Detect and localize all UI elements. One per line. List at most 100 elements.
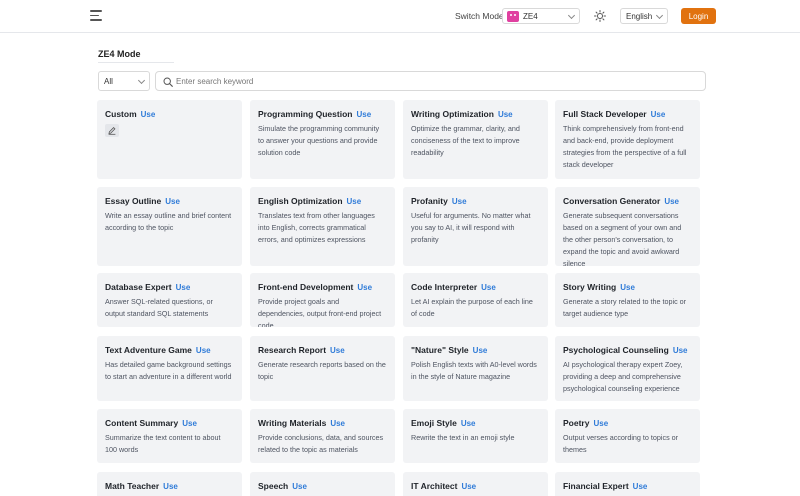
prompt-card[interactable]: Content Summary Use Summarize the text con…: [97, 409, 242, 463]
card-use-link[interactable]: Use: [452, 197, 467, 206]
card-use-link[interactable]: Use: [356, 110, 371, 119]
card-title: "Nature" Style: [411, 345, 469, 355]
category-select-value: All: [104, 77, 113, 86]
chevron-down-icon: [655, 11, 664, 20]
card-description: Write an essay outline and brief content…: [105, 211, 232, 232]
card-header: Custom Use: [105, 109, 155, 119]
card-use-link[interactable]: Use: [330, 346, 345, 355]
card-use-link[interactable]: Use: [593, 419, 608, 428]
card-title: Text Adventure Game: [105, 345, 192, 355]
card-description: Generate a story related to the topic or…: [563, 297, 687, 318]
top-bar: Switch Mode ZE4 English Login: [0, 0, 800, 33]
card-use-link[interactable]: Use: [498, 110, 513, 119]
prompt-card[interactable]: Code Interpreter Use Let AI explain the pu…: [403, 273, 548, 327]
card-title: IT Architect: [411, 481, 458, 491]
card-use-link[interactable]: Use: [347, 197, 362, 206]
card-title: Conversation Generator: [563, 196, 661, 206]
card-title: Story Writing: [563, 282, 617, 292]
chevron-down-icon: [137, 76, 146, 85]
card-header: Writing Optimization Use: [411, 109, 513, 119]
prompt-card[interactable]: Text Adventure Game Use Has detailed game …: [97, 336, 242, 401]
card-use-link[interactable]: Use: [357, 283, 372, 292]
prompt-card[interactable]: Story Writing Use Generate a story related…: [555, 273, 700, 327]
search-icon: [163, 77, 173, 87]
card-use-link[interactable]: Use: [461, 482, 476, 491]
card-use-link[interactable]: Use: [620, 283, 635, 292]
prompt-card[interactable]: Programming Question Use Simulate the prog…: [250, 100, 395, 179]
card-use-link[interactable]: Use: [182, 419, 197, 428]
language-select-value: English: [626, 12, 653, 21]
card-use-link[interactable]: Use: [196, 346, 211, 355]
card-title: Poetry: [563, 418, 590, 428]
prompt-card[interactable]: Financial Expert Use: [555, 472, 700, 496]
card-use-link[interactable]: Use: [664, 197, 679, 206]
card-description: Rewrite the text in an emoji style: [411, 433, 515, 442]
prompt-card[interactable]: Full Stack Developer Use Think comprehensi…: [555, 100, 700, 179]
card-use-link[interactable]: Use: [673, 346, 688, 355]
card-header: Front-end Development Use: [258, 282, 372, 292]
language-select[interactable]: English: [620, 8, 668, 24]
prompt-card[interactable]: Emoji Style Use Rewrite the text in an emo…: [403, 409, 548, 463]
card-title: Math Teacher: [105, 481, 160, 491]
card-description: Generate subsequent conversations based …: [563, 211, 682, 266]
prompt-card[interactable]: Math Teacher Use: [97, 472, 242, 496]
card-title: Psychological Counseling: [563, 345, 669, 355]
category-select[interactable]: All: [98, 71, 150, 91]
search-input[interactable]: [176, 74, 696, 89]
prompt-card[interactable]: Custom Use: [97, 100, 242, 179]
card-use-link[interactable]: Use: [176, 283, 191, 292]
card-header: "Nature" Style Use: [411, 345, 487, 355]
card-use-link[interactable]: Use: [141, 110, 156, 119]
prompt-card[interactable]: IT Architect Use: [403, 472, 548, 496]
switch-mode-label: Switch Mode: [455, 11, 504, 21]
card-use-link[interactable]: Use: [163, 482, 178, 491]
card-title: Full Stack Developer: [563, 109, 647, 119]
prompt-card[interactable]: English Optimization Use Translates text f…: [250, 187, 395, 266]
prompt-card[interactable]: Research Report Use Generate research repo…: [250, 336, 395, 401]
search-box[interactable]: [155, 71, 706, 91]
card-use-link[interactable]: Use: [165, 197, 180, 206]
chevron-down-icon: [567, 11, 576, 20]
card-header: Content Summary Use: [105, 418, 197, 428]
mode-select[interactable]: ZE4: [502, 8, 580, 24]
prompt-card[interactable]: Poetry Use Output verses according to topi…: [555, 409, 700, 463]
prompt-card[interactable]: Profanity Use Useful for arguments. No mat…: [403, 187, 548, 266]
card-use-link[interactable]: Use: [292, 482, 307, 491]
card-header: Speech Use: [258, 481, 307, 491]
prompt-card[interactable]: Conversation Generator Use Generate subseq…: [555, 187, 700, 266]
card-description: Summarize the text content to about 100 …: [105, 433, 221, 454]
prompt-card[interactable]: Writing Optimization Use Optimize the gram…: [403, 100, 548, 179]
sun-icon[interactable]: [594, 10, 606, 22]
prompt-card[interactable]: Psychological Counseling Use AI psychologi…: [555, 336, 700, 401]
card-header: Psychological Counseling Use: [563, 345, 688, 355]
card-description: Optimize the grammar, clarity, and conci…: [411, 124, 520, 157]
card-header: Code Interpreter Use: [411, 282, 496, 292]
menu-icon[interactable]: [90, 10, 102, 21]
edit-icon[interactable]: [105, 124, 119, 137]
card-use-link[interactable]: Use: [633, 482, 648, 491]
card-title: English Optimization: [258, 196, 343, 206]
prompt-card[interactable]: Essay Outline Use Write an essay outline a…: [97, 187, 242, 266]
prompt-card[interactable]: Database Expert Use Answer SQL-related que…: [97, 273, 242, 327]
card-description: Polish English texts with A0-level words…: [411, 360, 537, 381]
card-title: Research Report: [258, 345, 327, 355]
card-title: Writing Optimization: [411, 109, 494, 119]
card-title: Essay Outline: [105, 196, 162, 206]
prompt-card[interactable]: Front-end Development Use Provide project …: [250, 273, 395, 327]
card-header: Text Adventure Game Use: [105, 345, 211, 355]
card-use-link[interactable]: Use: [473, 346, 488, 355]
card-header: Database Expert Use: [105, 282, 190, 292]
card-description: Provide conclusions, data, and sources r…: [258, 433, 384, 454]
prompt-card[interactable]: "Nature" Style Use Polish English texts wi…: [403, 336, 548, 401]
card-use-link[interactable]: Use: [481, 283, 496, 292]
card-header: Math Teacher Use: [105, 481, 178, 491]
card-use-link[interactable]: Use: [651, 110, 666, 119]
login-button[interactable]: Login: [681, 8, 716, 24]
prompt-card[interactable]: Speech Use: [250, 472, 395, 496]
card-use-link[interactable]: Use: [461, 419, 476, 428]
card-description: Answer SQL-related questions, or output …: [105, 297, 213, 318]
card-header: IT Architect Use: [411, 481, 476, 491]
prompt-card[interactable]: Writing Materials Use Provide conclusions,…: [250, 409, 395, 463]
card-header: Financial Expert Use: [563, 481, 647, 491]
card-use-link[interactable]: Use: [330, 419, 345, 428]
